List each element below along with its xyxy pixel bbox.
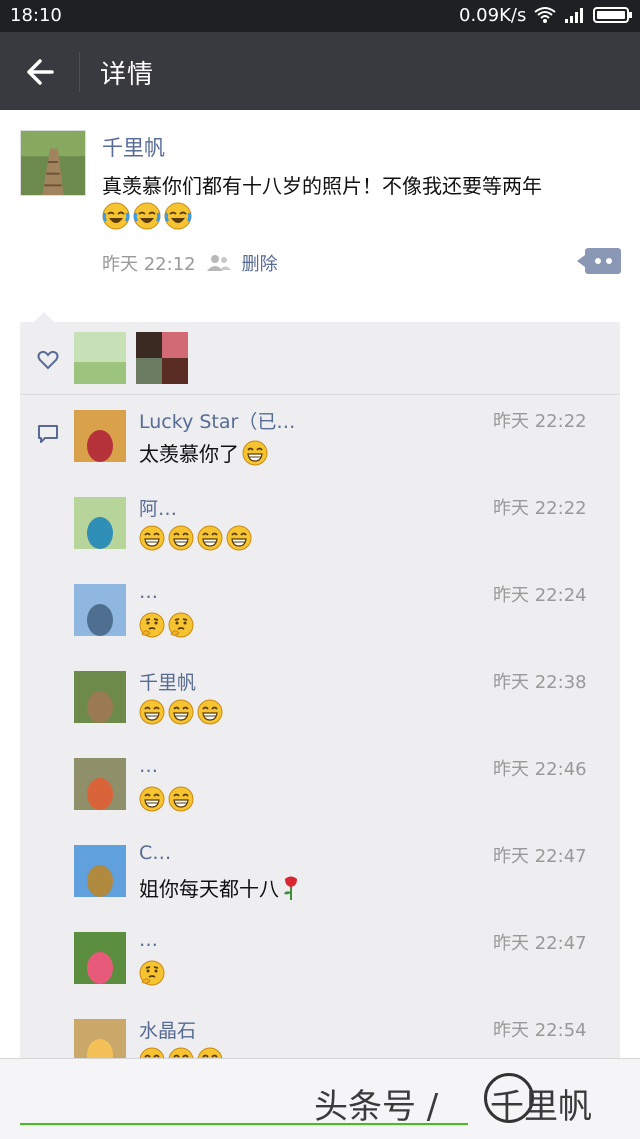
comment-input-bar[interactable]: 头条号 / 千里帆 xyxy=(0,1058,640,1139)
page-title: 详情 xyxy=(100,60,155,90)
comment-text xyxy=(139,960,165,986)
battery-icon xyxy=(593,7,632,23)
panel-notch xyxy=(34,312,54,322)
comment-time: 昨天 22:47 xyxy=(493,846,587,867)
comment-text-content: 太羡慕你了 xyxy=(139,442,239,466)
commenter-name[interactable]: C… xyxy=(139,842,171,864)
post-emoji-row xyxy=(102,202,192,230)
comment-row[interactable]: 阿… 昨天 22:22 xyxy=(20,497,620,584)
comment-time: 昨天 22:24 xyxy=(493,585,587,606)
commenter-avatar[interactable] xyxy=(74,497,126,549)
network-speed: 0.09K/s xyxy=(459,5,527,26)
interaction-panel: Lucky Star（已… 昨天 22:22 太羡慕你了阿… 昨天 22:22 … 昨天 … xyxy=(20,322,620,1082)
more-dot xyxy=(595,258,601,264)
grin-emoji-icon xyxy=(168,699,194,725)
friends-visibility-icon[interactable] xyxy=(206,254,232,272)
comment-like-menu-button[interactable] xyxy=(577,248,621,274)
comment-time: 昨天 22:46 xyxy=(493,759,587,780)
commenter-name[interactable]: Lucky Star（已… xyxy=(139,407,295,434)
commenter-name[interactable]: … xyxy=(139,581,158,603)
comment-text xyxy=(139,786,194,812)
signal-icon xyxy=(565,8,583,23)
commenter-avatar[interactable] xyxy=(74,671,126,723)
author-name[interactable]: 千里帆 xyxy=(102,132,165,162)
commenter-name[interactable]: 千里帆 xyxy=(139,668,196,695)
status-bar: 18:10 0.09K/s xyxy=(0,0,640,32)
comment-time: 昨天 22:54 xyxy=(493,1020,587,1041)
header-divider xyxy=(79,52,80,92)
author-avatar[interactable] xyxy=(20,130,86,196)
back-arrow-icon[interactable] xyxy=(20,52,60,92)
comment-text: 太羡慕你了 xyxy=(139,438,268,467)
commenter-name[interactable]: 水晶石 xyxy=(139,1016,196,1043)
rose-emoji-icon xyxy=(284,876,297,900)
laugh-cry-emoji-icon xyxy=(164,202,192,230)
commenter-name[interactable]: 阿… xyxy=(139,494,177,521)
comment-row[interactable]: Lucky Star（已… 昨天 22:22 太羡慕你了 xyxy=(20,410,620,497)
commenter-avatar[interactable] xyxy=(74,584,126,636)
watermark-brand: 千里帆 xyxy=(490,1087,592,1127)
comment-time: 昨天 22:38 xyxy=(493,672,587,693)
comment-row[interactable]: C… 昨天 22:47 姐你每天都十八 xyxy=(20,842,620,932)
grin-emoji-icon xyxy=(197,525,223,551)
grin-emoji-icon xyxy=(226,525,252,551)
comment-text xyxy=(139,525,252,551)
comment-row[interactable]: … 昨天 22:24 xyxy=(20,581,620,671)
comment-time: 昨天 22:22 xyxy=(493,411,587,432)
comment-text: 姐你每天都十八 xyxy=(139,873,300,902)
thinking-emoji-icon xyxy=(139,960,165,986)
comment-time: 昨天 22:47 xyxy=(493,933,587,954)
post-time: 昨天 22:12 xyxy=(102,254,196,275)
grin-emoji-icon xyxy=(139,525,165,551)
laugh-cry-emoji-icon xyxy=(102,202,130,230)
grin-emoji-icon xyxy=(197,699,223,725)
post-meta: 昨天 22:12 删除 xyxy=(102,250,278,276)
comment-text xyxy=(139,699,223,725)
thinking-emoji-icon xyxy=(168,612,194,638)
commenter-name[interactable]: … xyxy=(139,929,158,951)
status-time: 18:10 xyxy=(10,5,62,26)
comment-row[interactable]: 千里帆 昨天 22:38 xyxy=(20,671,620,758)
delete-link[interactable]: 删除 xyxy=(242,250,278,276)
grin-emoji-icon xyxy=(242,440,268,465)
thinking-emoji-icon xyxy=(139,612,165,638)
app-header: 详情 xyxy=(0,32,640,110)
commenter-name[interactable]: … xyxy=(139,755,158,777)
comment-text xyxy=(139,612,194,638)
more-dot xyxy=(606,258,612,264)
comment-row[interactable]: … 昨天 22:46 xyxy=(20,755,620,845)
grin-emoji-icon xyxy=(168,525,194,551)
grin-emoji-icon xyxy=(139,699,165,725)
grin-emoji-icon xyxy=(168,786,194,812)
commenter-avatar[interactable] xyxy=(74,758,126,810)
laugh-cry-emoji-icon xyxy=(133,202,161,230)
commenter-avatar[interactable] xyxy=(74,845,126,897)
commenter-avatar[interactable] xyxy=(74,932,126,984)
watermark-text: 头条号 / xyxy=(314,1087,439,1127)
comment-time: 昨天 22:22 xyxy=(493,498,587,519)
like-avatar[interactable] xyxy=(136,332,188,384)
like-avatar[interactable] xyxy=(74,332,126,384)
comment-text-content: 姐你每天都十八 xyxy=(139,877,279,901)
grin-emoji-icon xyxy=(139,786,165,812)
post-text: 真羡慕你们都有十八岁的照片！不像我还要等两年 xyxy=(102,174,542,198)
comment-row[interactable]: … 昨天 22:47 xyxy=(20,929,620,1019)
commenter-avatar[interactable] xyxy=(74,410,126,462)
heart-icon xyxy=(37,350,59,370)
likes-row xyxy=(20,322,620,395)
wifi-icon xyxy=(534,7,556,23)
